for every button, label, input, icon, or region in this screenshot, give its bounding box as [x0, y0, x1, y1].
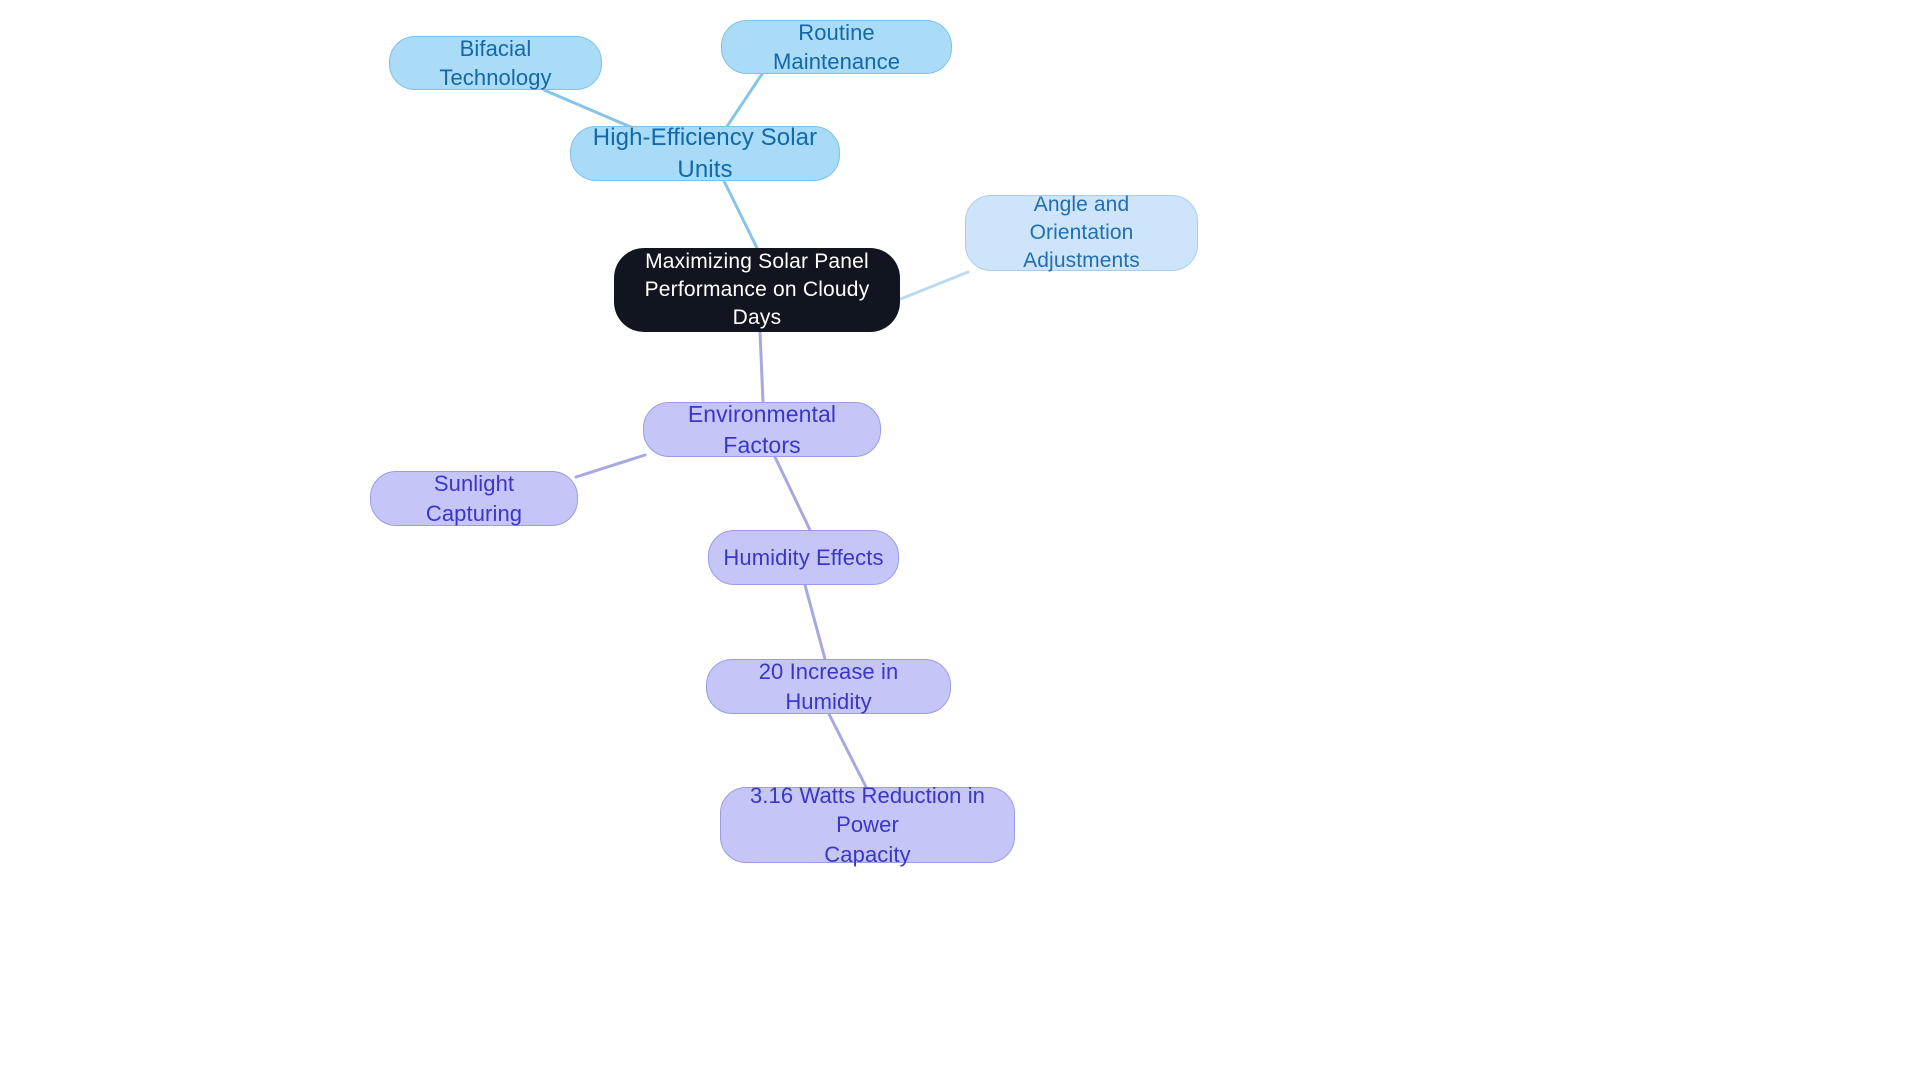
edge-root-to-high-efficiency — [722, 179, 759, 250]
node-root-maximizing-solar-panel-performance[interactable]: Maximizing Solar Panel Performance on Cl… — [614, 248, 900, 332]
mindmap-canvas: Bifacial Technology Routine Maintenance … — [0, 0, 1920, 1083]
node-environmental-factors[interactable]: Environmental Factors — [643, 401, 881, 458]
edge-root-to-environmental — [758, 330, 765, 404]
node-high-efficiency-solar-units[interactable]: High-Efficiency Solar Units — [570, 124, 840, 183]
node-bifacial-technology[interactable]: Bifacial Technology — [389, 36, 602, 90]
edge-environmental-to-sunlight — [574, 453, 647, 479]
node-routine-maintenance[interactable]: Routine Maintenance — [721, 20, 952, 74]
edge-environmental-to-humidity — [773, 455, 812, 532]
edge-high-efficiency-to-routine — [724, 72, 764, 130]
edge-20-increase-to-3-16-watts — [827, 712, 868, 789]
edge-layer — [542, 72, 970, 789]
edge-root-to-angle — [896, 270, 970, 302]
node-20-increase-in-humidity[interactable]: 20 Increase in Humidity — [706, 659, 951, 714]
edge-humidity-to-20-increase — [803, 583, 827, 661]
node-sunlight-capturing[interactable]: Sunlight Capturing — [370, 471, 578, 526]
node-3-16-watts-reduction-in-power-capacity[interactable]: 3.16 Watts Reduction in Power Capacity — [720, 783, 1015, 867]
node-angle-and-orientation-adjustments[interactable]: Angle and Orientation Adjustments — [965, 193, 1198, 272]
node-humidity-effects[interactable]: Humidity Effects — [708, 530, 899, 585]
